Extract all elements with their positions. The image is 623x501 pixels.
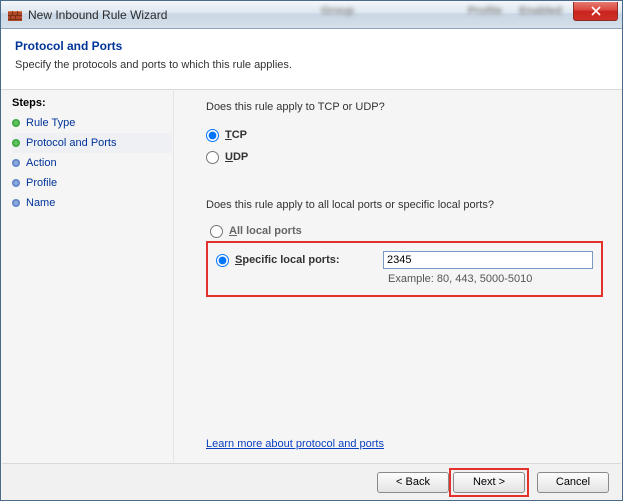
step-action[interactable]: Action [12,153,172,173]
ports-input[interactable] [383,251,593,269]
close-icon [591,6,601,16]
radio-udp-row: UDP [206,147,603,167]
step-name[interactable]: Name [12,193,172,213]
step-link[interactable]: Protocol and Ports [26,137,117,149]
radio-all-ports-label[interactable]: All local ports [229,225,302,237]
back-button[interactable]: < Back [377,472,449,493]
bg-blur-3: Enabled [519,5,562,17]
bg-blur-1: Group [321,5,354,17]
step-link[interactable]: Name [26,197,55,209]
learn-more-link[interactable]: Learn more about protocol and ports [206,438,384,450]
radio-tcp-row: TCP [206,125,603,145]
bg-blur-2: Profile [468,5,502,17]
step-link[interactable]: Action [26,157,57,169]
radio-specific-ports-row: Specific local ports: [216,251,593,269]
wizard-window: New Inbound Rule Wizard Group Profile En… [0,0,623,501]
question-ports: Does this rule apply to all local ports … [206,199,603,211]
close-button[interactable] [573,2,618,21]
radio-udp[interactable] [206,151,219,164]
radio-udp-label[interactable]: UDP [225,151,248,163]
radio-all-ports[interactable] [210,225,223,238]
step-bullet-icon [12,159,20,167]
step-bullet-icon [12,179,20,187]
firewall-icon [7,7,23,23]
radio-specific-ports-label[interactable]: Specific local ports: [235,254,383,266]
learn-more-row: Learn more about protocol and ports [206,438,384,450]
step-link[interactable]: Rule Type [26,117,75,129]
highlight-specific-ports: Specific local ports: Example: 80, 443, … [206,241,603,297]
radio-tcp[interactable] [206,129,219,142]
steps-sidebar: Steps: Rule Type Protocol and Ports Acti… [2,89,172,462]
step-link[interactable]: Profile [26,177,57,189]
title-bar: New Inbound Rule Wizard Group Profile En… [1,1,622,29]
step-profile[interactable]: Profile [12,173,172,193]
window-title: New Inbound Rule Wizard [28,8,167,22]
wizard-footer: < Back Next > Cancel [2,463,621,500]
step-rule-type[interactable]: Rule Type [12,113,172,133]
radio-all-ports-row: All local ports [210,221,603,241]
cancel-button[interactable]: Cancel [537,472,609,493]
step-protocol-ports[interactable]: Protocol and Ports [12,133,172,153]
wizard-body: Steps: Rule Type Protocol and Ports Acti… [2,89,621,462]
next-button[interactable]: Next > [453,472,525,493]
radio-specific-ports[interactable] [216,254,229,267]
step-bullet-icon [12,199,20,207]
question-protocol: Does this rule apply to TCP or UDP? [206,101,603,113]
page-title: Protocol and Ports [15,39,608,53]
highlight-next: Next > [449,468,529,497]
steps-heading: Steps: [12,97,172,109]
radio-tcp-label[interactable]: TCP [225,129,247,141]
step-bullet-icon [12,139,20,147]
step-bullet-icon [12,119,20,127]
page-subtitle: Specify the protocols and ports to which… [15,59,608,71]
wizard-header: Protocol and Ports Specify the protocols… [1,29,622,90]
content-pane: Does this rule apply to TCP or UDP? TCP … [172,89,621,462]
ports-example: Example: 80, 443, 5000-5010 [388,273,593,285]
